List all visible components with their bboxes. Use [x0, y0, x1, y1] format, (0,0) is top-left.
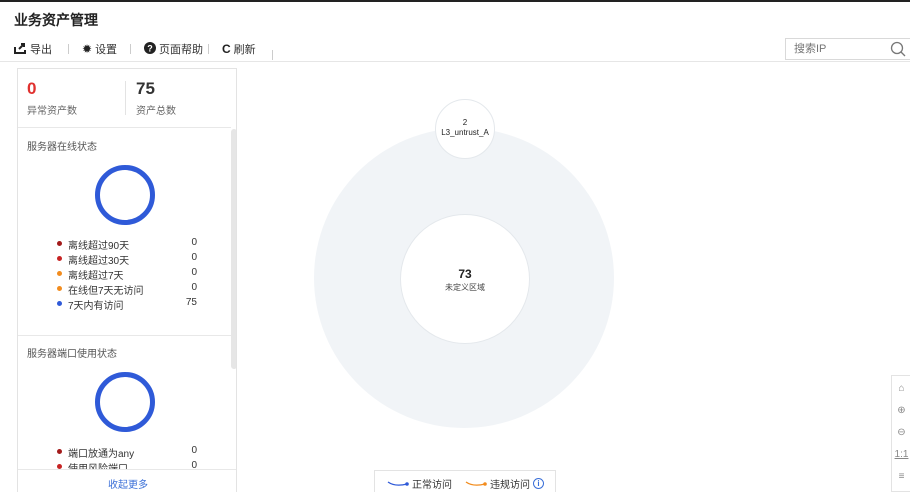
node-count: 2	[462, 118, 468, 127]
node-label: L3_untrust_A	[441, 128, 489, 137]
access-legend: 正常访问 违规访问 i	[374, 470, 556, 492]
abnormal-assets-stat[interactable]: 0 异常资产数	[27, 79, 77, 117]
status-dot-icon	[57, 286, 62, 291]
legend-value: 0	[191, 267, 197, 278]
total-label: 资产总数	[136, 106, 176, 117]
legend-label: 在线但7天无访问	[68, 286, 144, 297]
untrust-zone-node[interactable]: 2 L3_untrust_A	[435, 99, 495, 159]
collapse-more-link[interactable]: 收起更多	[18, 469, 236, 492]
refresh-icon: C	[222, 42, 231, 56]
refresh-label: 刷新	[233, 44, 256, 56]
home-icon[interactable]: ⌂	[892, 378, 910, 400]
export-icon	[14, 42, 27, 57]
abnormal-label: 异常资产数	[27, 106, 77, 117]
info-icon[interactable]: i	[533, 478, 544, 489]
zoom-out-icon[interactable]: ⊖	[892, 422, 910, 444]
separator	[68, 44, 69, 54]
divider	[18, 335, 231, 336]
settings-label: 设置	[95, 44, 118, 56]
legend-value: 0	[191, 282, 197, 293]
legend-value: 75	[185, 297, 197, 308]
help-label: 页面帮助	[159, 44, 203, 56]
svg-text:?: ?	[147, 43, 153, 53]
undefined-zone-node[interactable]: 73 未定义区域	[400, 214, 530, 344]
legend-item[interactable]: 离线超过30天 0	[57, 252, 197, 267]
legend-item[interactable]: 在线但7天无访问 0	[57, 282, 197, 297]
legend-item[interactable]: 端口放通为any 0	[57, 445, 197, 460]
online-status-ring[interactable]	[95, 165, 155, 225]
legend-normal-label: 正常访问	[412, 480, 452, 491]
legend-value: 0	[191, 237, 197, 248]
search-input[interactable]	[786, 39, 876, 59]
gear-icon: ✹	[82, 42, 93, 56]
search-box	[785, 38, 910, 60]
divider	[18, 127, 231, 128]
help-button[interactable]: ? 页面帮助	[144, 41, 203, 57]
status-dot-icon	[57, 301, 62, 306]
search-icon[interactable]	[890, 41, 906, 62]
page-title: 业务资产管理	[14, 12, 98, 28]
total-count: 75	[136, 79, 155, 98]
zoom-controls: ⌂ ⊕ ⊖ 1:1 ≡	[891, 375, 910, 492]
port-status-title: 服务器端口使用状态	[27, 349, 117, 360]
help-icon: ?	[144, 41, 156, 57]
legend-label: 离线超过90天	[68, 241, 130, 252]
legend-label: 离线超过7天	[68, 271, 124, 282]
zoom-in-icon[interactable]: ⊕	[892, 400, 910, 422]
legend-value: 0	[191, 445, 197, 456]
legend-label: 离线超过30天	[68, 256, 130, 267]
toolbar: 导出 ✹ 设置 ? 页面帮助 C 刷新	[0, 34, 910, 62]
legend-label: 端口放通为any	[68, 449, 135, 460]
abnormal-count: 0	[27, 79, 37, 98]
total-assets-stat[interactable]: 75 资产总数	[136, 79, 176, 117]
status-dot-icon	[57, 256, 62, 261]
legend-value: 0	[191, 252, 197, 263]
separator	[208, 44, 209, 54]
legend-item[interactable]: 7天内有访问 75	[57, 297, 197, 312]
export-label: 导出	[30, 44, 52, 56]
refresh-button[interactable]: C 刷新	[222, 41, 256, 57]
legend-label: 7天内有访问	[68, 301, 124, 312]
node-count: 73	[458, 267, 472, 281]
online-status-title: 服务器在线状态	[27, 142, 97, 153]
menu-icon[interactable]: ≡	[892, 466, 910, 488]
violation-access-line-icon	[465, 480, 487, 486]
status-dot-icon	[57, 449, 62, 454]
status-dot-icon	[57, 271, 62, 276]
separator	[130, 44, 131, 54]
export-button[interactable]: 导出	[14, 41, 52, 57]
legend-item[interactable]: 离线超过90天 0	[57, 237, 197, 252]
divider	[125, 81, 126, 115]
legend-violation: 违规访问 i	[465, 476, 544, 491]
status-dot-icon	[57, 241, 62, 246]
separator	[272, 50, 273, 60]
node-label: 未定义区域	[445, 283, 485, 292]
stats-panel: 0 异常资产数 75 资产总数 服务器在线状态 离线超过90天 0 离线超过30天 0…	[17, 68, 237, 492]
top-border	[0, 0, 910, 2]
settings-button[interactable]: ✹ 设置	[82, 41, 117, 57]
legend-item[interactable]: 离线超过7天 0	[57, 267, 197, 282]
legend-normal: 正常访问	[387, 476, 452, 491]
legend-violation-label: 违规访问	[490, 480, 530, 491]
panel-scrollbar[interactable]	[231, 129, 236, 369]
port-status-ring[interactable]	[95, 372, 155, 432]
normal-access-line-icon	[387, 480, 409, 486]
reset-zoom-button[interactable]: 1:1	[892, 444, 910, 466]
